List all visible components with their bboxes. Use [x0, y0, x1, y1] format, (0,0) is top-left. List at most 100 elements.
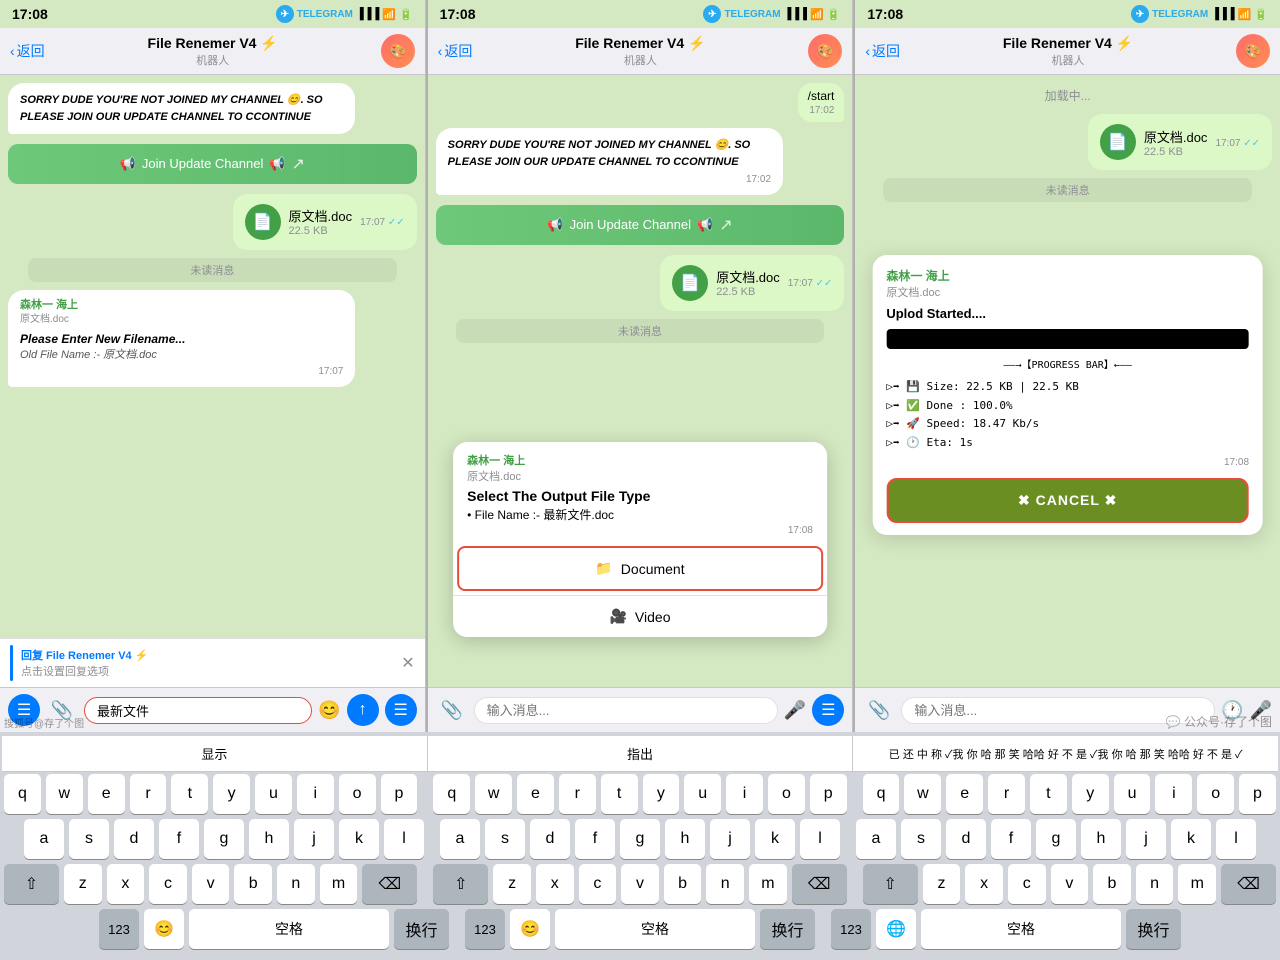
- emoji-btn-1[interactable]: 😊: [318, 700, 340, 721]
- key-z-2[interactable]: z: [493, 864, 531, 904]
- nav-avatar-2[interactable]: 🎨: [808, 34, 842, 68]
- predictive-item-2[interactable]: 指出: [428, 736, 854, 771]
- key-y-3[interactable]: y: [1072, 774, 1109, 814]
- key-b-2[interactable]: b: [664, 864, 702, 904]
- key-g-2[interactable]: g: [620, 819, 660, 859]
- key-k-3[interactable]: k: [1171, 819, 1211, 859]
- key-return-1[interactable]: 换行: [394, 909, 449, 949]
- key-j-1[interactable]: j: [294, 819, 334, 859]
- key-space-3[interactable]: 空格: [921, 909, 1121, 949]
- attach-btn-3[interactable]: 📎: [863, 694, 895, 726]
- key-w-3[interactable]: w: [904, 774, 941, 814]
- key-j-2[interactable]: j: [710, 819, 750, 859]
- key-d-3[interactable]: d: [946, 819, 986, 859]
- nav-avatar-3[interactable]: 🎨: [1236, 34, 1270, 68]
- send-btn-1[interactable]: ↑: [347, 694, 379, 726]
- key-p-1[interactable]: p: [381, 774, 418, 814]
- key-g-3[interactable]: g: [1036, 819, 1076, 859]
- key-k-1[interactable]: k: [339, 819, 379, 859]
- chat-area-1[interactable]: Sorry Dude You're Not Joined My Channel …: [0, 75, 425, 638]
- key-x-3[interactable]: x: [965, 864, 1003, 904]
- key-k-2[interactable]: k: [755, 819, 795, 859]
- reply-close-1[interactable]: ✕: [401, 653, 414, 673]
- key-d-1[interactable]: d: [114, 819, 154, 859]
- key-r-1[interactable]: r: [130, 774, 167, 814]
- key-b-3[interactable]: b: [1093, 864, 1131, 904]
- key-return-3[interactable]: 换行: [1126, 909, 1181, 949]
- key-i-1[interactable]: i: [297, 774, 334, 814]
- menu-btn-2[interactable]: ☰: [812, 694, 844, 726]
- key-x-1[interactable]: x: [107, 864, 145, 904]
- key-m-2[interactable]: m: [749, 864, 787, 904]
- key-c-1[interactable]: c: [149, 864, 187, 904]
- key-g-1[interactable]: g: [204, 819, 244, 859]
- video-type-btn[interactable]: 🎥 Video: [453, 595, 827, 637]
- key-v-2[interactable]: v: [621, 864, 659, 904]
- join-channel-btn-1[interactable]: 📢 Join Update Channel 📢 ↗: [8, 144, 417, 184]
- key-f-2[interactable]: f: [575, 819, 615, 859]
- key-w-1[interactable]: w: [46, 774, 83, 814]
- join-channel-btn-2[interactable]: 📢 Join Update Channel 📢 ↗: [436, 205, 845, 245]
- key-t-3[interactable]: t: [1030, 774, 1067, 814]
- menu-btn-1b[interactable]: ☰: [385, 694, 417, 726]
- cancel-btn[interactable]: ✖ CANCEL ✖: [886, 478, 1249, 523]
- key-a-3[interactable]: a: [856, 819, 896, 859]
- key-q-1[interactable]: q: [4, 774, 41, 814]
- back-btn-1[interactable]: ‹ 返回: [10, 41, 45, 61]
- back-btn-2[interactable]: ‹ 返回: [438, 41, 473, 61]
- key-num-2[interactable]: 123: [465, 909, 505, 949]
- key-e-3[interactable]: e: [946, 774, 983, 814]
- key-emoji-1[interactable]: 😊: [144, 909, 184, 949]
- key-r-2[interactable]: r: [559, 774, 596, 814]
- key-x-2[interactable]: x: [536, 864, 574, 904]
- key-o-3[interactable]: o: [1197, 774, 1234, 814]
- key-z-3[interactable]: z: [923, 864, 961, 904]
- key-b-1[interactable]: b: [234, 864, 272, 904]
- key-u-3[interactable]: u: [1114, 774, 1151, 814]
- key-y-1[interactable]: y: [213, 774, 250, 814]
- key-n-1[interactable]: n: [277, 864, 315, 904]
- chat-area-3[interactable]: 加载中... 📄 原文档.doc 22.5 KB 17:07 ✓✓ 未读消息 森…: [855, 75, 1280, 687]
- key-c-3[interactable]: c: [1008, 864, 1046, 904]
- key-num-3[interactable]: 123: [831, 909, 871, 949]
- key-shift-1[interactable]: ⇧: [4, 864, 59, 904]
- key-num-1[interactable]: 123: [99, 909, 139, 949]
- key-a-2[interactable]: a: [440, 819, 480, 859]
- key-shift-2[interactable]: ⇧: [433, 864, 488, 904]
- key-t-1[interactable]: t: [171, 774, 208, 814]
- back-btn-3[interactable]: ‹ 返回: [865, 41, 900, 61]
- key-space-1[interactable]: 空格: [189, 909, 389, 949]
- key-u-2[interactable]: u: [684, 774, 721, 814]
- key-s-3[interactable]: s: [901, 819, 941, 859]
- key-l-3[interactable]: l: [1216, 819, 1256, 859]
- emoji-btn-2[interactable]: 🎤: [784, 700, 806, 721]
- key-s-2[interactable]: s: [485, 819, 525, 859]
- key-q-2[interactable]: q: [433, 774, 470, 814]
- key-del-2[interactable]: ⌫: [792, 864, 847, 904]
- key-h-2[interactable]: h: [665, 819, 705, 859]
- key-return-2[interactable]: 换行: [760, 909, 815, 949]
- key-i-2[interactable]: i: [726, 774, 763, 814]
- key-c-2[interactable]: c: [579, 864, 617, 904]
- key-n-3[interactable]: n: [1136, 864, 1174, 904]
- key-l-2[interactable]: l: [800, 819, 840, 859]
- key-r-3[interactable]: r: [988, 774, 1025, 814]
- key-space-2[interactable]: 空格: [555, 909, 755, 949]
- key-m-1[interactable]: m: [320, 864, 358, 904]
- key-d-2[interactable]: d: [530, 819, 570, 859]
- message-input-2[interactable]: [474, 697, 778, 724]
- nav-avatar-1[interactable]: 🎨: [381, 34, 415, 68]
- key-n-2[interactable]: n: [706, 864, 744, 904]
- key-emoji-2[interactable]: 😊: [510, 909, 550, 949]
- message-input-1[interactable]: [84, 697, 312, 724]
- key-m-3[interactable]: m: [1178, 864, 1216, 904]
- doc-type-btn[interactable]: 📁 Document: [457, 546, 823, 591]
- key-f-3[interactable]: f: [991, 819, 1031, 859]
- key-i-3[interactable]: i: [1155, 774, 1192, 814]
- predictive-item-1[interactable]: 显示: [2, 736, 428, 771]
- key-del-1[interactable]: ⌫: [362, 864, 417, 904]
- key-s-1[interactable]: s: [69, 819, 109, 859]
- key-h-1[interactable]: h: [249, 819, 289, 859]
- key-u-1[interactable]: u: [255, 774, 292, 814]
- chat-area-2[interactable]: /start 17:02 Sorry Dude You're Not Joine…: [428, 75, 853, 687]
